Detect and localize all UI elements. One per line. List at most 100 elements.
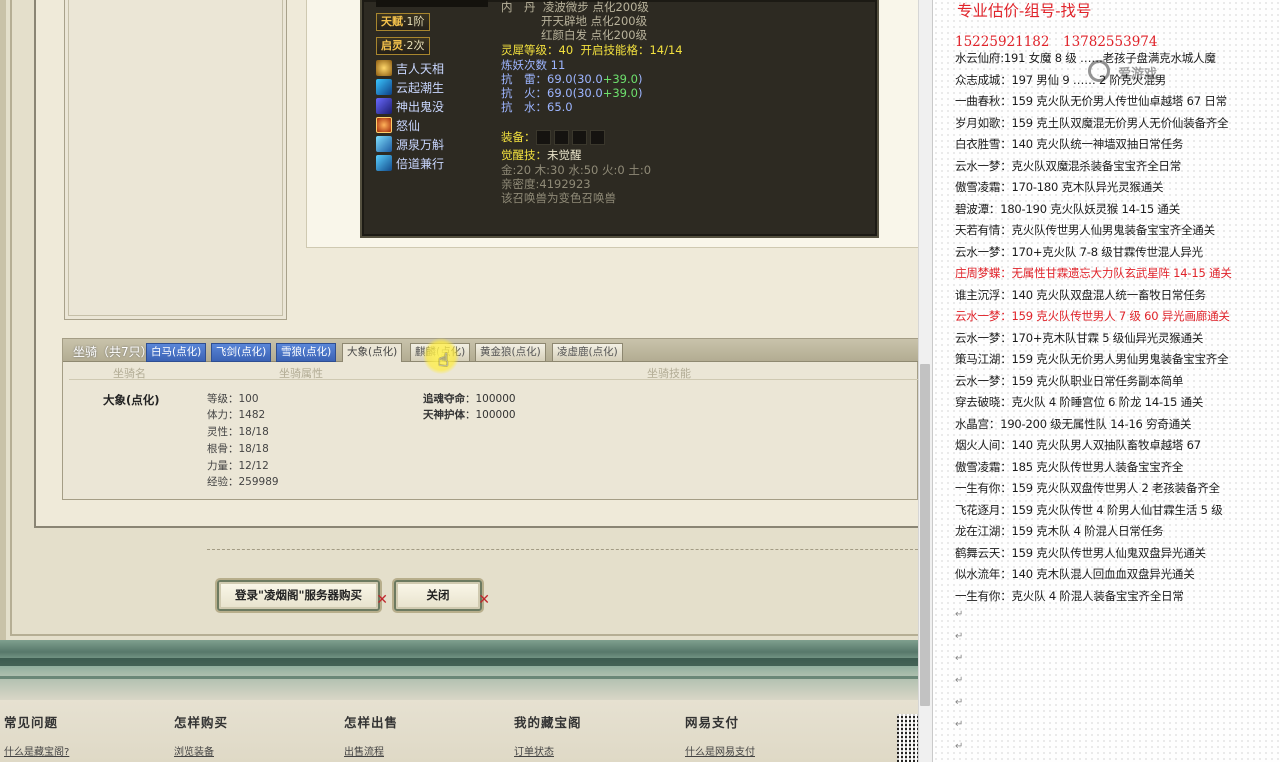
notepad-line: 鹤舞云天：159 克火队传世男人仙鬼双盘异光通关 (955, 545, 1206, 560)
mount-attr: 根骨：18/18 (207, 443, 269, 455)
notepad-line: 飞花逐月：159 克火队传世 4 阶男人仙甘霖生活 5 级 (955, 502, 1223, 517)
tab-mount-flying-sword[interactable]: 飞剑(点化) (211, 343, 272, 362)
awaken-row: 觉醒技：未觉醒 (501, 148, 582, 162)
tab-mount-lingxu-deer[interactable]: 凌虚鹿(点化) (552, 343, 623, 362)
footer-decoration (0, 640, 918, 700)
skill-item[interactable]: 云起潮生 (376, 78, 444, 96)
wave-skill-icon (376, 79, 392, 95)
skill-item[interactable]: 倍道兼行 (376, 154, 444, 172)
neidan-row: 开天辟地 点化200级 (541, 14, 648, 28)
footer-link[interactable]: 浏览装备 (174, 743, 228, 758)
equip-slot[interactable] (553, 130, 569, 145)
mount-attr: 力量：12/12 (207, 460, 269, 472)
footer-col-my: 我的藏宝阁 订单状态 (514, 715, 582, 758)
resist-thunder: 抗 雷：69.0(30.0+39.0) (501, 72, 643, 86)
mount-panel: 坐骑（共7只） 白马(点化) 飞剑(点化) 雪狼(点化) 大象(点化) 麒麟(点… (62, 338, 918, 500)
return-mark: ↵ (955, 697, 964, 708)
talent-badge: 天赋·1阶 (376, 13, 430, 31)
footer-link[interactable]: 什么是网易支付 (685, 743, 755, 758)
mount-title: 坐骑（共7只） (73, 345, 153, 359)
hand-cursor-icon: ☝ (438, 350, 449, 371)
tab-mount-snow-wolf[interactable]: 雪狼(点化) (276, 343, 337, 362)
resist-fire: 抗 火：69.0(30.0+39.0) (501, 86, 643, 100)
tab-mount-golden-wolf[interactable]: 黄金狼(点化) (475, 343, 546, 362)
return-mark: ↵ (955, 741, 964, 752)
notepad-line: 白衣胜雪：140 克火队统一神墙双抽日常任务 (955, 137, 1184, 151)
elements-row: 金:20 木:30 水:50 火:0 土:0 (501, 163, 652, 177)
skill-item[interactable]: 吉人天相 (376, 59, 444, 77)
mount-attr: 经验：259989 (207, 476, 279, 488)
footer-col-faq: 常见问题 什么是藏宝阁? (4, 715, 70, 758)
mount-attr: 灵性：18/18 (207, 426, 269, 438)
notepad-line: 云水一梦：159 克火队传世男人 7 级 60 异光画廊通关 (955, 309, 1230, 323)
notepad-line: 谁主沉浮：140 克火队双盘混人统一畜牧日常任务 (955, 287, 1206, 302)
divider (207, 549, 918, 550)
notepad-line: 云水一梦：170+克木队甘霖 5 级仙异光灵猴通关 (955, 330, 1204, 345)
notepad-line: 庄周梦蝶：无属性甘霖遗忘大力队玄武星阵 14-15 通关 (955, 266, 1232, 280)
notepad-line: 傲雪凌霜：185 克火队传世男人装备宝宝齐全 (955, 459, 1184, 474)
tab-mount-elephant[interactable]: 大象(点化) (342, 343, 403, 362)
color-change-note: 该召唤兽为变色召唤兽 (501, 191, 616, 205)
spring-skill-icon (376, 136, 392, 152)
equip-slot[interactable] (571, 130, 587, 145)
speed-skill-icon (376, 155, 392, 171)
tab-mount-white-horse[interactable]: 白马(点化) (146, 343, 207, 362)
notepad-line: 龙在江湖：159 克木队 4 阶混人日常任务 (955, 524, 1164, 538)
close-button[interactable]: 关闭 ✕ (394, 580, 490, 611)
equip-slot[interactable] (589, 130, 605, 145)
close-x-icon: ✕ (376, 592, 388, 608)
equip-row: 装备： (501, 130, 608, 145)
mount-attr: 体力：1482 (207, 409, 266, 421)
skill-item[interactable]: 怒仙 (376, 116, 420, 134)
notepad-line: 穿去破晓：克火队 4 阶睡宫位 6 阶龙 14-15 通关 (955, 395, 1204, 409)
notepad-line: 云水一梦：159 克火队职业日常任务副本简单 (955, 373, 1184, 388)
resist-water: 抗 水：65.0 (501, 100, 573, 114)
ghost-skill-icon (376, 98, 392, 114)
footer-col-pay: 网易支付 什么是网易支付 (685, 715, 755, 758)
notepad-line: 策马江湖：159 克火队无价男人男仙男鬼装备宝宝齐全 (955, 352, 1229, 366)
notepad-line: 水晶宫：190-200 级无属性队 14-16 穷奇通关 (955, 416, 1192, 431)
notepad-line: 烟火人间：140 克火队男人双抽队畜牧卓越塔 67 (955, 438, 1201, 452)
notepad-title: 专业估价-组号-找号 (957, 2, 1092, 20)
anger-skill-icon (376, 117, 392, 133)
scrollbar-thumb[interactable] (920, 364, 930, 706)
equip-slot[interactable] (535, 130, 551, 145)
neidan-row: 红颜白发 点化200级 (541, 28, 648, 42)
notepad-line: 众志成城：197 男仙 9 …… 2 阶克火混男 (955, 72, 1167, 87)
return-mark: ↵ (955, 719, 964, 730)
notepad-line: 岁月如歌：159 克土队双魔混无价男人无价仙装备齐全 (955, 115, 1229, 130)
summon-tooltip: 天赋·1阶 启灵·2次 吉人天相 云起潮生 神出鬼没 怒仙 源泉万斛 倍道兼行 … (360, 0, 879, 238)
skill-item[interactable]: 神出鬼没 (376, 97, 444, 115)
return-mark: ↵ (955, 609, 964, 620)
footer-link[interactable]: 什么是藏宝阁? (4, 743, 69, 758)
mount-attr: 等级：100 (207, 393, 259, 405)
mount-tab-bar: 坐骑（共7只） 白马(点化) 飞剑(点化) 雪狼(点化) 大象(点化) 麒麟(点… (63, 339, 918, 362)
notepad-line: 似水流年：140 克木队混人回血血双盘异光通关 (955, 567, 1195, 581)
mount-skill: 天神护体：100000 (423, 409, 516, 421)
refine-count: 炼妖次数 11 (501, 58, 566, 72)
game-page: 天赋·1阶 启灵·2次 吉人天相 云起潮生 神出鬼没 怒仙 源泉万斛 倍道兼行 … (0, 0, 918, 762)
awaken-spirit-badge: 启灵·2次 (376, 37, 430, 55)
skill-item[interactable]: 源泉万斛 (376, 135, 444, 153)
notepad-line: 水云仙府:191 女魔 8 级 ……老孩子盘满克水城人魔 (955, 51, 1216, 65)
footer-col-buy: 怎样购买 浏览装备 (174, 715, 229, 758)
footer-link[interactable]: 出售流程 (344, 743, 398, 758)
notepad-line: 云水一梦：170+克火队 7-8 级甘霖传世混人异光 (955, 244, 1203, 259)
notepad-line: 云水一梦：克火队双魔混杀装备宝宝齐全日常 (955, 158, 1181, 173)
frame-line (10, 0, 12, 636)
neidan-row: 内 丹 凌波微步 点化200级 (501, 0, 649, 14)
side-panel (64, 0, 287, 320)
footer (0, 700, 918, 762)
lingxi-row: 灵犀等级：40 开启技能格：14/14 (501, 43, 683, 57)
notepad-line: 一生有你：克火队 4 阶混人装备宝宝齐全日常 (955, 588, 1184, 603)
return-mark: ↵ (955, 653, 964, 664)
mount-skill: 追魂夺命：100000 (423, 393, 516, 405)
notepad-line: 一生有你：159 克火队双盘传世男人 2 老孩装备齐全 (955, 481, 1220, 495)
return-mark: ↵ (955, 631, 964, 642)
login-buy-button[interactable]: 登录"凌烟阁"服务器购买 ✕ (217, 580, 388, 611)
notepad-line: 天若有情：克火队传世男人仙男鬼装备宝宝齐全通关 (955, 223, 1215, 237)
mount-name: 大象(点化) (103, 393, 160, 407)
footer-link[interactable]: 订单状态 (514, 743, 582, 758)
notepad-panel: 专业估价-组号-找号 15225921182 13782553974 爱游戏 水… (932, 0, 1280, 762)
return-mark: ↵ (955, 675, 964, 686)
